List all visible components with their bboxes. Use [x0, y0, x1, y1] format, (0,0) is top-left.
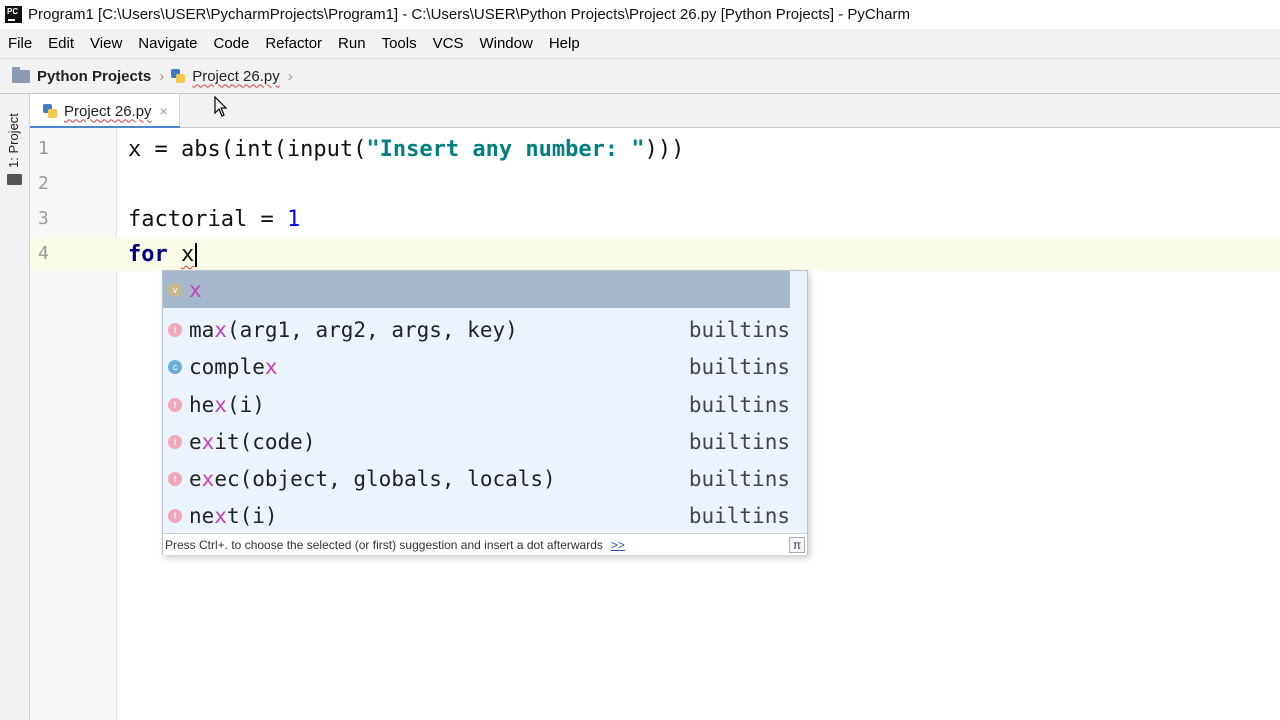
- folder-icon: [12, 66, 30, 83]
- completion-hint-bar: Press Ctrl+. to choose the selected (or …: [163, 533, 807, 555]
- close-icon[interactable]: ×: [160, 103, 168, 119]
- completion-item[interactable]: f max(arg1, arg2, args, key) builtins: [163, 311, 790, 348]
- menu-window[interactable]: Window: [471, 29, 540, 58]
- menu-vcs[interactable]: VCS: [425, 29, 472, 58]
- breadcrumb: Python Projects › Project 26.py ›: [0, 58, 1280, 94]
- function-icon: f: [168, 434, 182, 449]
- tab-label: Project 26.py: [64, 102, 152, 120]
- completion-source: builtins: [688, 466, 790, 491]
- line-number: 4: [38, 243, 49, 264]
- function-icon: f: [168, 508, 182, 523]
- function-icon: f: [168, 397, 182, 412]
- code-line-4: for x: [128, 240, 198, 270]
- function-icon: f: [168, 322, 182, 337]
- menu-bar: File Edit View Navigate Code Refactor Ru…: [0, 29, 1280, 58]
- completion-item[interactable]: v x: [163, 271, 790, 308]
- caret-row-highlight: [117, 237, 1280, 271]
- variable-icon: v: [168, 282, 182, 297]
- line-number: 1: [38, 138, 49, 159]
- completion-popup: v x f max(arg1, arg2, args, key) builtin…: [162, 270, 808, 555]
- python-file-icon: [42, 103, 58, 119]
- text-caret: [195, 243, 198, 267]
- menu-tools[interactable]: Tools: [374, 29, 425, 58]
- completion-item[interactable]: f exec(object, globals, locals) builtins: [163, 460, 790, 497]
- pi-icon[interactable]: π: [789, 537, 805, 553]
- mouse-pointer-icon: [214, 96, 228, 117]
- chevron-right-icon: ›: [159, 67, 165, 85]
- menu-run[interactable]: Run: [330, 29, 374, 58]
- completion-item[interactable]: c complex builtins: [163, 348, 790, 385]
- tab-project-26[interactable]: Project 26.py ×: [30, 94, 180, 129]
- function-icon: f: [168, 471, 182, 486]
- folder-tool-icon[interactable]: [7, 174, 22, 185]
- breadcrumb-file[interactable]: Project 26.py: [192, 68, 280, 85]
- completion-item[interactable]: f next(i) builtins: [163, 497, 790, 534]
- left-tool-strip: [0, 94, 30, 720]
- project-tool-button[interactable]: 1: Project: [6, 113, 21, 168]
- completion-item[interactable]: f hex(i) builtins: [163, 386, 790, 423]
- title-bar: PC Program1 [C:\Users\USER\PycharmProjec…: [0, 0, 1280, 29]
- line-number: 2: [38, 173, 49, 194]
- pycharm-logo-icon: PC: [5, 6, 22, 23]
- menu-refactor[interactable]: Refactor: [257, 29, 330, 58]
- completion-source: builtins: [688, 429, 790, 454]
- code-line-1: x = abs(int(input("Insert any number: ")…: [128, 137, 685, 162]
- completion-source: builtins: [688, 392, 790, 417]
- window-title: Program1 [C:\Users\USER\PycharmProjects\…: [28, 6, 910, 23]
- completion-hint: Press Ctrl+. to choose the selected (or …: [165, 537, 603, 552]
- menu-help[interactable]: Help: [541, 29, 588, 58]
- menu-navigate[interactable]: Navigate: [130, 29, 205, 58]
- class-icon: c: [168, 359, 182, 374]
- menu-edit[interactable]: Edit: [40, 29, 82, 58]
- line-number: 3: [38, 208, 49, 229]
- breadcrumb-project[interactable]: Python Projects: [37, 68, 151, 85]
- menu-view[interactable]: View: [82, 29, 130, 58]
- completion-source: builtins: [688, 503, 790, 528]
- python-file-icon: [170, 68, 186, 84]
- menu-code[interactable]: Code: [205, 29, 257, 58]
- completion-source: builtins: [688, 317, 790, 342]
- menu-file[interactable]: File: [0, 29, 40, 58]
- completion-source: builtins: [688, 354, 790, 379]
- chevron-right-icon: ›: [287, 67, 293, 85]
- code-line-3: factorial = 1: [128, 207, 301, 232]
- completion-hint-link[interactable]: >>: [611, 538, 625, 552]
- completion-item[interactable]: f exit(code) builtins: [163, 423, 790, 460]
